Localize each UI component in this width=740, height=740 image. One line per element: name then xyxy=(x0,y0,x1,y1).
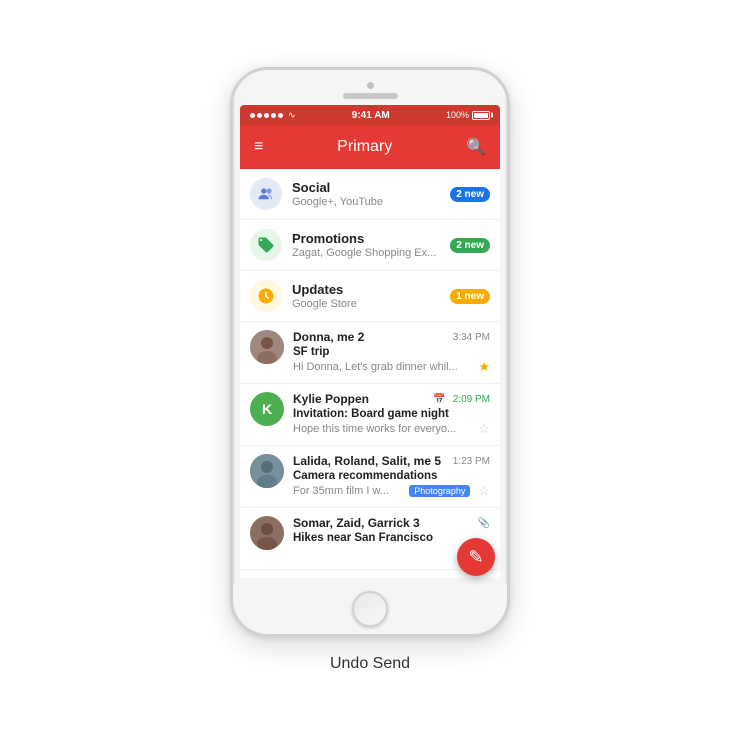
email-time-lalida: 1:23 PM xyxy=(453,456,490,467)
status-bar: ∿ 9:41 AM 100% xyxy=(240,105,500,125)
email-sender-donna: Donna, me 2 xyxy=(293,330,364,344)
category-promotions[interactable]: Promotions Zagat, Google Shopping Ex... … xyxy=(240,220,500,271)
phone-screen: ∿ 9:41 AM 100% ≡ Primary 🔍 xyxy=(240,105,500,578)
avatar-donna xyxy=(250,330,284,364)
phone-shell: ∿ 9:41 AM 100% ≡ Primary 🔍 xyxy=(230,67,510,637)
star-empty-kylie[interactable]: ☆ xyxy=(478,421,490,437)
menu-icon[interactable]: ≡ xyxy=(254,138,263,156)
email-sender-kylie: Kylie Poppen xyxy=(293,392,369,406)
email-preview-row-donna: Hi Donna, Let's grab dinner whil... ★ xyxy=(293,359,490,375)
status-time: 9:41 AM xyxy=(352,110,390,121)
avatar-somar xyxy=(250,516,284,550)
search-icon[interactable]: 🔍 xyxy=(466,137,486,157)
signal-dot-3 xyxy=(264,113,269,118)
updates-category-icon xyxy=(250,280,282,312)
updates-preview: Google Store xyxy=(292,298,444,310)
promotions-badge: 2 new xyxy=(450,238,490,253)
category-updates[interactable]: Updates Google Store 1 new xyxy=(240,271,500,322)
email-list: Social Google+, YouTube 2 new Promotions xyxy=(240,169,500,578)
compose-icon: ✎ xyxy=(468,547,483,568)
avatar-kylie: K xyxy=(250,392,284,426)
battery-percent: 100% xyxy=(446,110,469,120)
email-subject-kylie: Invitation: Board game night xyxy=(293,408,490,420)
updates-badge: 1 new xyxy=(450,289,490,304)
volume-down-button xyxy=(230,234,232,272)
email-preview-row-lalida: For 35mm film I w... Photography ☆ xyxy=(293,483,490,499)
email-row-kylie[interactable]: K Kylie Poppen 📅 2:09 PM Invitation: Boa… xyxy=(240,384,500,446)
email-content-kylie: Kylie Poppen 📅 2:09 PM Invitation: Board… xyxy=(293,392,490,437)
star-icon-donna[interactable]: ★ xyxy=(478,359,490,375)
phone-top xyxy=(233,70,507,99)
power-button xyxy=(508,170,510,220)
email-row-lalida[interactable]: Lalida, Roland, Salit, me 5 1:23 PM Came… xyxy=(240,446,500,508)
email-header-lalida: Lalida, Roland, Salit, me 5 1:23 PM xyxy=(293,454,490,468)
photography-tag: Photography xyxy=(409,485,470,497)
social-badge: 2 new xyxy=(450,187,490,202)
social-info: Social Google+, YouTube xyxy=(292,180,444,208)
promotions-preview: Zagat, Google Shopping Ex... xyxy=(292,247,444,259)
battery-area: 100% xyxy=(446,110,490,120)
signal-dot-1 xyxy=(250,113,255,118)
email-preview-lalida: For 35mm film I w... xyxy=(293,485,409,497)
email-time-donna: 3:34 PM xyxy=(453,332,490,343)
phone-bottom xyxy=(233,584,507,634)
email-subject-somar: Hikes near San Francisco xyxy=(293,532,490,544)
battery-fill xyxy=(474,113,488,118)
earpiece-speaker xyxy=(343,93,398,99)
email-header-kylie: Kylie Poppen 📅 2:09 PM xyxy=(293,392,490,406)
email-row-donna[interactable]: Donna, me 2 3:34 PM SF trip Hi Donna, Le… xyxy=(240,322,500,384)
email-preview-row-kylie: Hope this time works for everyo... ☆ xyxy=(293,421,490,437)
toolbar-title: Primary xyxy=(337,138,392,156)
updates-info: Updates Google Store xyxy=(292,282,444,310)
promotions-name: Promotions xyxy=(292,231,444,246)
email-time-kylie: 2:09 PM xyxy=(453,394,490,405)
battery-icon xyxy=(472,111,490,120)
email-subject-lalida: Camera recommendations xyxy=(293,470,490,482)
app-toolbar: ≡ Primary 🔍 xyxy=(240,125,500,169)
volume-up-button xyxy=(230,188,232,226)
home-button[interactable] xyxy=(352,591,388,627)
email-header-donna: Donna, me 2 3:34 PM xyxy=(293,330,490,344)
compose-fab[interactable]: ✎ xyxy=(457,538,495,576)
page-wrapper: ∿ 9:41 AM 100% ≡ Primary 🔍 xyxy=(0,0,740,740)
email-sender-lalida: Lalida, Roland, Salit, me 5 xyxy=(293,454,441,468)
signal-dot-4 xyxy=(271,113,276,118)
category-social[interactable]: Social Google+, YouTube 2 new xyxy=(240,169,500,220)
email-content-lalida: Lalida, Roland, Salit, me 5 1:23 PM Came… xyxy=(293,454,490,499)
star-empty-lalida[interactable]: ☆ xyxy=(478,483,490,499)
promotions-info: Promotions Zagat, Google Shopping Ex... xyxy=(292,231,444,259)
social-category-icon xyxy=(250,178,282,210)
email-content-donna: Donna, me 2 3:34 PM SF trip Hi Donna, Le… xyxy=(293,330,490,375)
calendar-icon-kylie: 📅 xyxy=(433,394,445,405)
social-preview: Google+, YouTube xyxy=(292,196,444,208)
promotions-category-icon xyxy=(250,229,282,261)
email-subject-donna: SF trip xyxy=(293,346,490,358)
mute-button xyxy=(230,150,232,178)
avatar-lalida xyxy=(250,454,284,488)
email-preview-donna: Hi Donna, Let's grab dinner whil... xyxy=(293,361,474,373)
social-name: Social xyxy=(292,180,444,195)
signal-dot-2 xyxy=(257,113,262,118)
signal-area: ∿ xyxy=(250,110,296,121)
email-preview-kylie: Hope this time works for everyo... xyxy=(293,423,474,435)
email-content-somar: Somar, Zaid, Garrick 3 📎 Hikes near San … xyxy=(293,516,490,545)
email-header-somar: Somar, Zaid, Garrick 3 📎 xyxy=(293,516,490,530)
front-camera xyxy=(367,82,374,89)
wifi-icon: ∿ xyxy=(288,110,296,121)
updates-name: Updates xyxy=(292,282,444,297)
signal-dot-5 xyxy=(278,113,283,118)
email-sender-somar: Somar, Zaid, Garrick 3 xyxy=(293,516,420,530)
caption: Undo Send xyxy=(330,655,410,673)
attachment-icon: 📎 xyxy=(478,518,490,529)
